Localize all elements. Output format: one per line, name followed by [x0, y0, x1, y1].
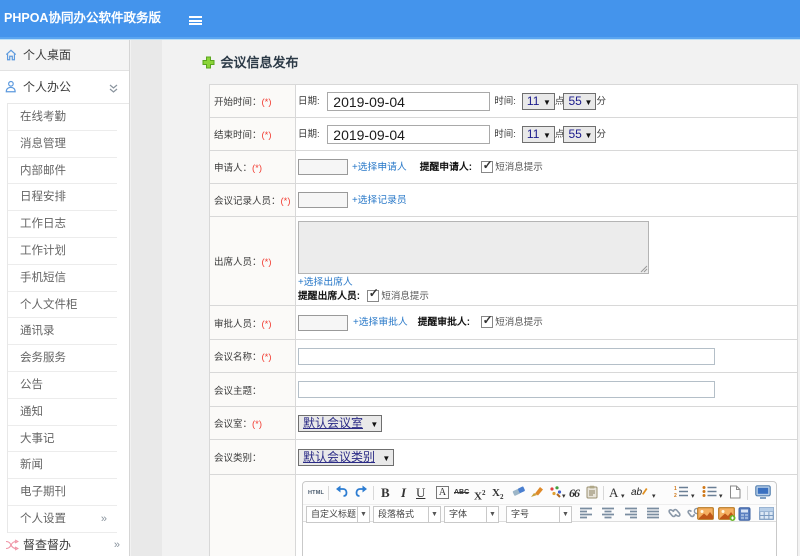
svg-text:1: 1 [674, 486, 677, 492]
svg-text:2: 2 [674, 493, 677, 498]
